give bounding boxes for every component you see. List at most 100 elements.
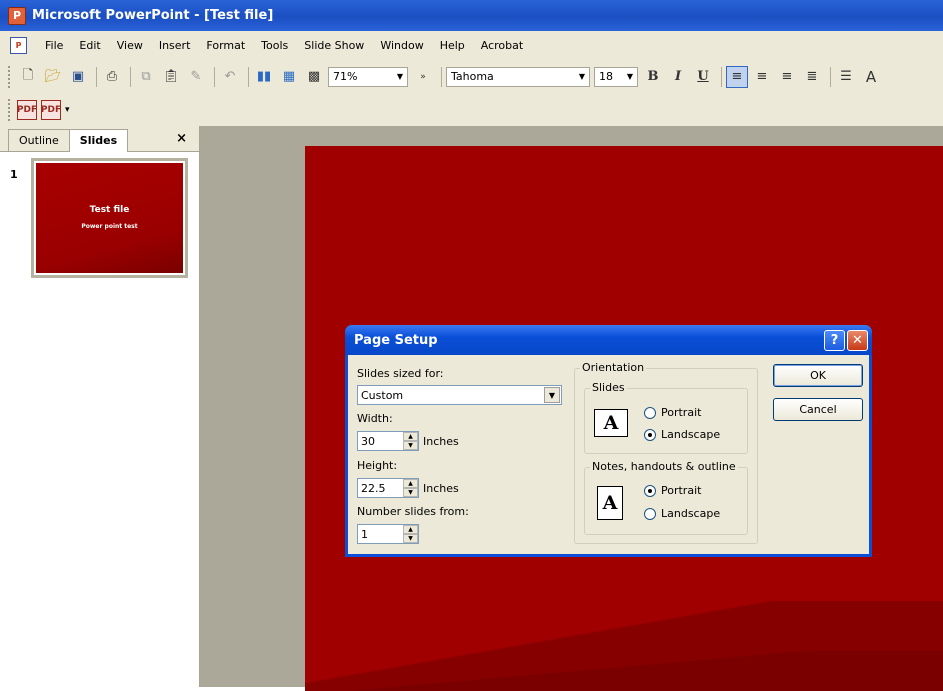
font-size-select[interactable]: 18 ▼ [594,66,638,87]
notes-portrait-radio[interactable] [644,485,656,497]
page-setup-dialog: Page Setup ? ✕ Slides sized for: Custom … [345,325,872,557]
width-label: Width: [357,412,393,425]
width-units: Inches [423,435,459,448]
slides-landscape-radio[interactable] [644,429,656,441]
menu-tools[interactable]: Tools [253,39,296,52]
spin-down-icon[interactable]: ▼ [403,534,418,543]
dialog-title: Page Setup [354,332,438,348]
standard-toolbar: 🗋 📂︎ ▣ ⎙ ⧉ 📋︎ ✎ ↶ ▮▮ ▦ ▩ 71% ▼ » Tahoma … [0,59,943,94]
chevron-down-icon[interactable]: ▾ [65,105,70,115]
font-size-value: 18 [599,70,613,83]
align-left-icon[interactable]: ≡ [726,65,748,88]
slide-decoration [305,651,943,691]
cancel-button[interactable]: Cancel [773,398,863,421]
thumbnail-subtitle: Power point test [81,223,138,230]
title-bar: P Microsoft PowerPoint - [Test file] [0,0,943,31]
width-value: 30 [361,434,375,448]
slide-thumbnail[interactable]: Test file Power point test [31,158,188,278]
thumbnail-title: Test file [89,205,130,215]
zoom-select[interactable]: 71% ▼ [328,66,408,87]
chevron-down-icon: ▼ [544,387,560,403]
powerpoint-app-icon[interactable]: P [8,6,26,25]
font-value: Tahoma [451,70,494,83]
notes-landscape-label: Landscape [661,507,721,520]
width-spinner[interactable]: 30 ▲ ▼ [357,431,419,451]
height-value: 22.5 [361,481,386,495]
paste-icon[interactable]: 📋︎ [160,66,182,88]
convert-pdf-icon[interactable]: PDF [17,100,37,120]
zoom-value: 71% [333,70,358,83]
slides-sized-for-label: Slides sized for: [357,367,444,380]
format-painter-icon[interactable]: ✎ [185,66,207,88]
tab-slides[interactable]: Slides [68,129,129,152]
menu-bar: P File Edit View Insert Format Tools Sli… [0,31,943,59]
dialog-body: Slides sized for: Custom ▼ Width: 30 ▲ ▼ … [348,355,869,554]
toolbar-options-icon[interactable]: » [412,66,434,88]
chevron-down-icon: ▼ [578,72,586,81]
menu-slide-show[interactable]: Slide Show [296,39,372,52]
portrait-page-icon: A [597,486,623,520]
height-spinner[interactable]: 22.5 ▲ ▼ [357,478,419,498]
chevron-down-icon: ▼ [626,72,634,81]
insert-table-icon[interactable]: ▦ [278,66,300,88]
orientation-group: Orientation Slides A Portrait Landscape … [574,361,758,544]
align-center-icon[interactable]: ≡ [751,66,773,88]
ok-button[interactable]: OK [773,364,863,387]
landscape-page-icon: A [594,409,628,437]
window-title: Microsoft PowerPoint - [Test file] [32,8,274,23]
menu-file[interactable]: File [37,39,71,52]
increase-font-icon[interactable]: A [860,66,882,88]
help-icon[interactable]: ? [824,329,845,351]
justify-icon[interactable]: ≣ [801,66,823,88]
slides-group-label: Slides [590,381,627,394]
number-slides-from-value: 1 [361,527,368,541]
spin-down-icon[interactable]: ▼ [403,488,418,497]
align-right-icon[interactable]: ≡ [776,66,798,88]
slides-sized-for-select[interactable]: Custom ▼ [357,385,562,405]
menu-format[interactable]: Format [198,39,253,52]
spin-up-icon[interactable]: ▲ [403,525,418,534]
copy-icon[interactable]: ⧉ [135,66,157,88]
menu-edit[interactable]: Edit [71,39,108,52]
toolbar-grip[interactable] [8,99,11,121]
close-icon[interactable]: × [176,131,187,146]
chevron-down-icon: ▼ [396,72,404,81]
document-icon[interactable]: P [10,36,27,54]
slides-portrait-radio[interactable] [644,407,656,419]
underline-icon[interactable]: U [692,66,714,88]
slides-orientation-group: Slides A Portrait Landscape [584,381,748,454]
menu-acrobat[interactable]: Acrobat [473,39,531,52]
spin-up-icon[interactable]: ▲ [403,432,418,441]
height-label: Height: [357,459,398,472]
close-icon[interactable]: ✕ [847,329,868,351]
notes-landscape-radio[interactable] [644,508,656,520]
bold-icon[interactable]: B [642,66,664,88]
bullets-icon[interactable]: ☰ [835,66,857,88]
toolbar-grip[interactable] [8,65,11,88]
slides-portrait-label: Portrait [661,406,702,419]
slides-sized-for-value: Custom [361,388,404,402]
undo-icon[interactable]: ↶ [219,66,241,88]
menu-help[interactable]: Help [432,39,473,52]
acrobat-toolbar: PDF PDF ▾ [0,94,943,126]
tab-outline[interactable]: Outline [8,129,70,151]
italic-icon[interactable]: I [667,66,689,88]
menu-window[interactable]: Window [372,39,431,52]
spin-up-icon[interactable]: ▲ [403,479,418,488]
print-icon[interactable]: ⎙ [101,66,123,88]
dialog-title-bar[interactable]: Page Setup ? ✕ [345,325,872,355]
insert-chart-icon[interactable]: ▮▮ [253,66,275,88]
notes-group-label: Notes, handouts & outline [590,460,738,473]
number-slides-from-spinner[interactable]: 1 ▲ ▼ [357,524,419,544]
save-icon[interactable]: ▣ [67,66,89,88]
thumbnail-canvas: Test file Power point test [36,163,183,273]
pdf-options-icon[interactable]: PDF [41,100,61,120]
font-select[interactable]: Tahoma ▼ [446,66,590,87]
spin-down-icon[interactable]: ▼ [403,441,418,450]
slides-landscape-label: Landscape [661,428,721,441]
menu-insert[interactable]: Insert [151,39,199,52]
menu-view[interactable]: View [109,39,151,52]
open-icon[interactable]: 📂︎ [42,66,64,88]
new-icon[interactable]: 🗋 [17,66,39,88]
grid-icon[interactable]: ▩ [303,66,325,88]
